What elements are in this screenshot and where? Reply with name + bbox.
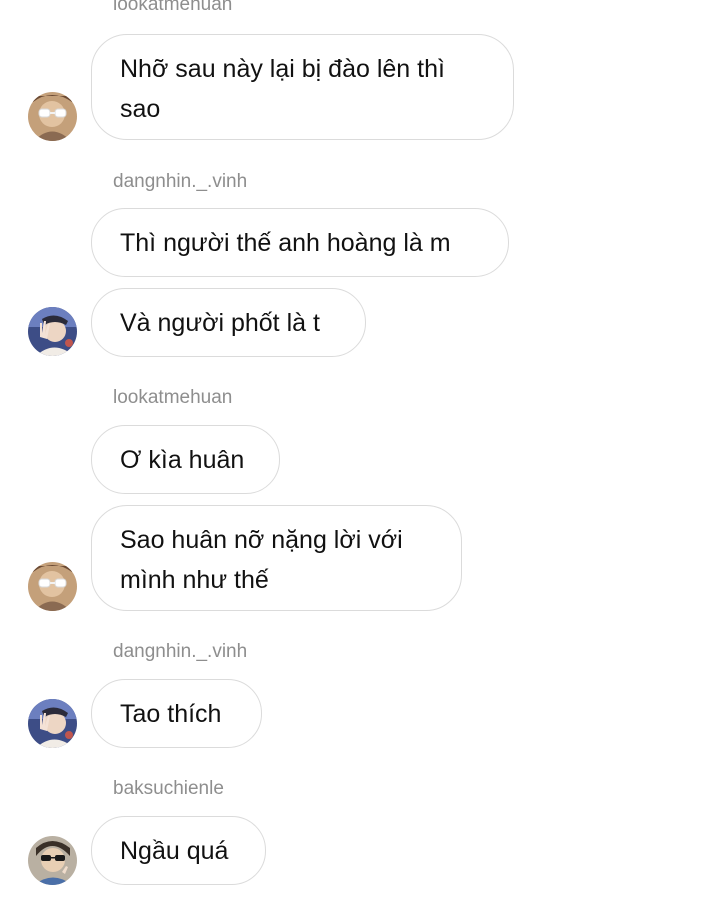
- message-bubble[interactable]: Ngầu quá: [91, 816, 266, 885]
- message-text: Và người phốt là t: [120, 309, 320, 337]
- message-bubble[interactable]: Tao thích: [91, 679, 262, 748]
- sender-name: lookatmehuan: [113, 387, 233, 408]
- message-bubble[interactable]: Nhỡ sau này lại bị đào lên thì sao: [91, 34, 514, 140]
- message-text: Thì người thế anh hoàng là m: [120, 229, 451, 257]
- message-text: Ngầu quá: [120, 837, 229, 865]
- avatar-white-sunglasses-icon: [28, 92, 77, 141]
- sender-name: lookatmehuan: [113, 0, 233, 15]
- avatar-hand-pose-icon: [28, 699, 77, 748]
- avatar-baksuchienle[interactable]: [28, 836, 77, 885]
- avatar-lookatmehuan[interactable]: [28, 92, 77, 141]
- avatar-dark-sunglasses-icon: [28, 836, 77, 885]
- avatar-lookatmehuan[interactable]: [28, 562, 77, 611]
- message-text: Nhỡ sau này lại bị đào lên thì sao: [120, 55, 445, 123]
- sender-name: dangnhin._.vinh: [113, 641, 248, 662]
- message-bubble[interactable]: Sao huân nỡ nặng lời với mình như thế: [91, 505, 462, 611]
- avatar-hand-pose-icon: [28, 307, 77, 356]
- message-text: Ơ kìa huân: [120, 446, 245, 474]
- sender-name: baksuchienle: [113, 778, 224, 799]
- avatar-dangnhin-vinh[interactable]: [28, 307, 77, 356]
- avatar-dangnhin-vinh[interactable]: [28, 699, 77, 748]
- message-bubble[interactable]: Ơ kìa huân: [91, 425, 280, 494]
- message-bubble[interactable]: Và người phốt là t: [91, 288, 366, 357]
- message-text: Sao huân nỡ nặng lời với mình như thế: [120, 526, 403, 594]
- message-bubble[interactable]: Thì người thế anh hoàng là m: [91, 208, 509, 277]
- sender-name: dangnhin._.vinh: [113, 171, 248, 192]
- avatar-white-sunglasses-icon: [28, 562, 77, 611]
- message-text: Tao thích: [120, 700, 222, 728]
